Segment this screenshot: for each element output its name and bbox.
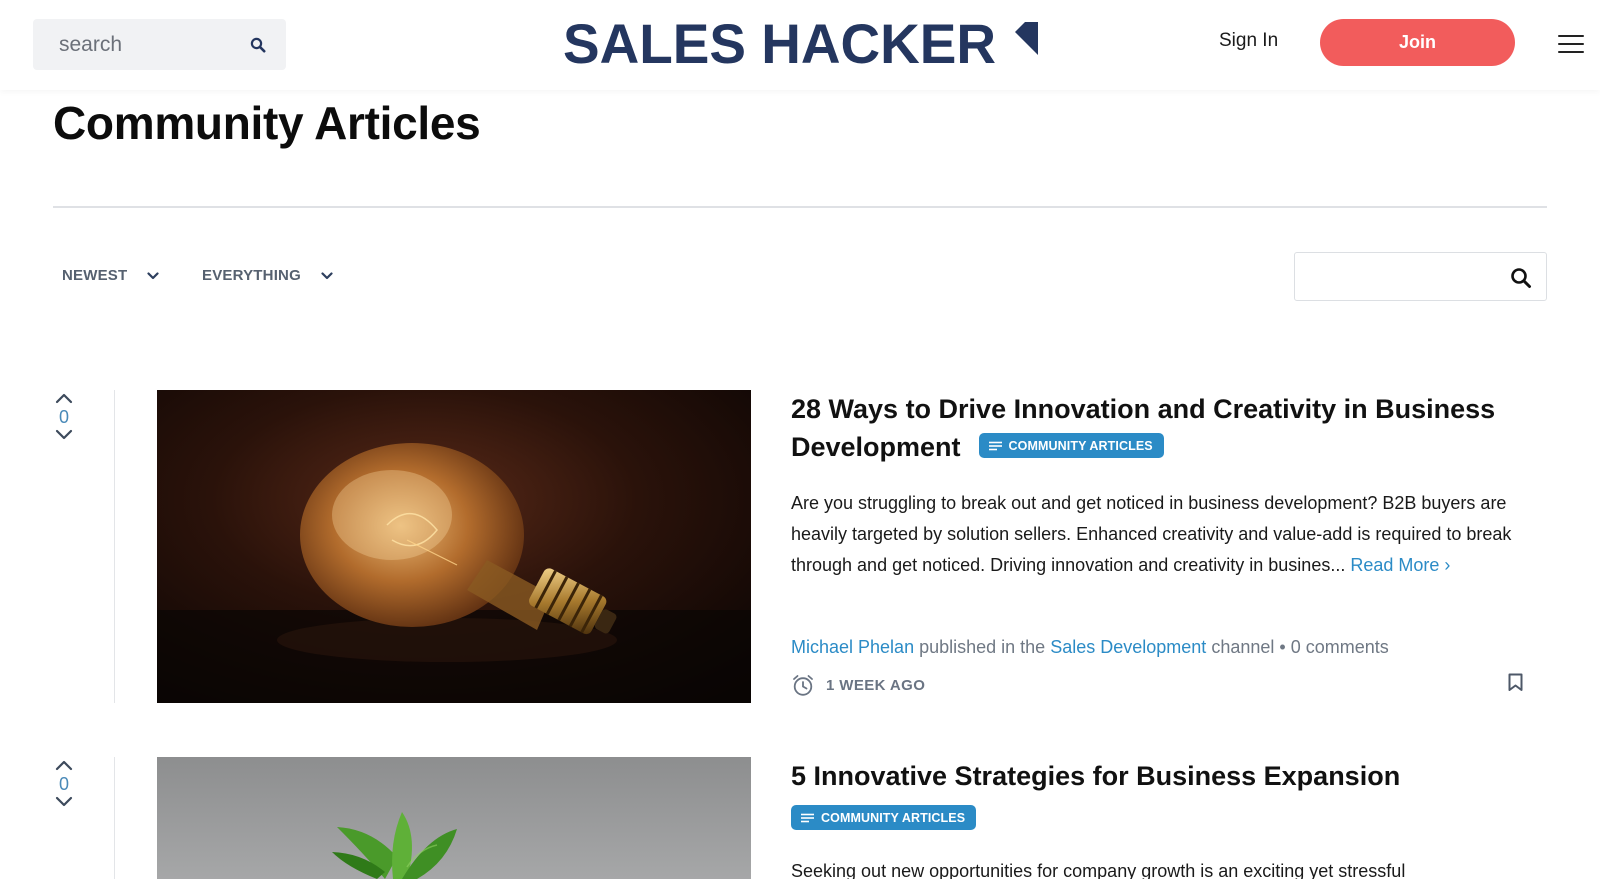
category-badge[interactable]: COMMUNITY ARTICLES <box>791 805 977 830</box>
type-dropdown-label: EVERYTHING <box>202 267 301 284</box>
chevron-down-icon[interactable] <box>55 429 73 440</box>
vote-count: 0 <box>58 774 69 794</box>
logo-text: SALES HACKER <box>563 12 996 75</box>
chevron-down-icon <box>321 271 333 279</box>
comments-link[interactable]: 0 comments <box>1291 637 1389 657</box>
site-header: SALES HACKER Sign In Join <box>0 0 1600 90</box>
article-time-text: 1 WEEK AGO <box>826 676 926 694</box>
articles-search-input[interactable] <box>1295 253 1546 300</box>
article-excerpt-text: Seeking out new opportunities for compan… <box>791 861 1406 879</box>
article-excerpt: Seeking out new opportunities for compan… <box>791 856 1521 879</box>
plant-sprout-image[interactable] <box>157 757 751 879</box>
category-badge-label: COMMUNITY ARTICLES <box>1008 438 1153 453</box>
search-icon[interactable] <box>250 37 266 53</box>
list-lines-icon <box>988 441 1002 451</box>
join-button[interactable]: Join <box>1320 19 1515 66</box>
alarm-clock-icon <box>793 675 813 696</box>
vote-widget: 0 <box>53 760 75 807</box>
sign-in-link[interactable]: Sign In <box>1219 30 1278 52</box>
author-link[interactable]: Michael Phelan <box>791 637 914 657</box>
search-icon[interactable] <box>1510 267 1532 289</box>
site-logo[interactable]: SALES HACKER <box>563 12 1038 75</box>
vote-widget: 0 <box>53 393 75 440</box>
lightbulb-image[interactable] <box>157 390 751 703</box>
vote-count: 0 <box>58 407 69 427</box>
bookmark-icon[interactable] <box>1508 673 1523 692</box>
chevron-up-icon[interactable] <box>55 760 73 771</box>
articles-search <box>1294 252 1547 301</box>
header-search <box>33 19 286 70</box>
article-title[interactable]: 5 Innovative Strategies for Business Exp… <box>791 757 1511 795</box>
title-divider <box>53 206 1547 208</box>
hamburger-menu-icon[interactable] <box>1558 35 1584 55</box>
article-title-text: 5 Innovative Strategies for Business Exp… <box>791 761 1401 791</box>
logo-mark-icon <box>1005 22 1038 55</box>
vote-divider <box>114 757 115 879</box>
page-title: Community Articles <box>53 97 481 149</box>
list-lines-icon <box>801 813 814 822</box>
category-badge-label: COMMUNITY ARTICLES <box>821 810 966 825</box>
article-title[interactable]: 28 Ways to Drive Innovation and Creativi… <box>791 390 1511 466</box>
published-in-text: published in the <box>919 637 1046 657</box>
vote-divider <box>114 390 115 703</box>
chevron-down-icon <box>147 271 159 279</box>
chevron-up-icon[interactable] <box>55 393 73 404</box>
channel-link[interactable]: Sales Development <box>1050 637 1206 657</box>
read-more-link[interactable]: Read More › <box>1350 555 1450 575</box>
header-search-input[interactable] <box>33 19 286 70</box>
sort-dropdown[interactable]: NEWEST <box>62 267 159 284</box>
article-excerpt: Are you struggling to break out and get … <box>791 488 1521 581</box>
article-time: 1 WEEK AGO <box>791 673 925 697</box>
type-dropdown[interactable]: EVERYTHING <box>202 267 333 284</box>
category-badge[interactable]: COMMUNITY ARTICLES <box>978 433 1164 459</box>
article-meta: Michael Phelan published in the Sales De… <box>791 637 1389 658</box>
channel-suffix-text: channel • <box>1211 637 1286 657</box>
sort-dropdown-label: NEWEST <box>62 267 128 284</box>
chevron-down-icon[interactable] <box>55 796 73 807</box>
